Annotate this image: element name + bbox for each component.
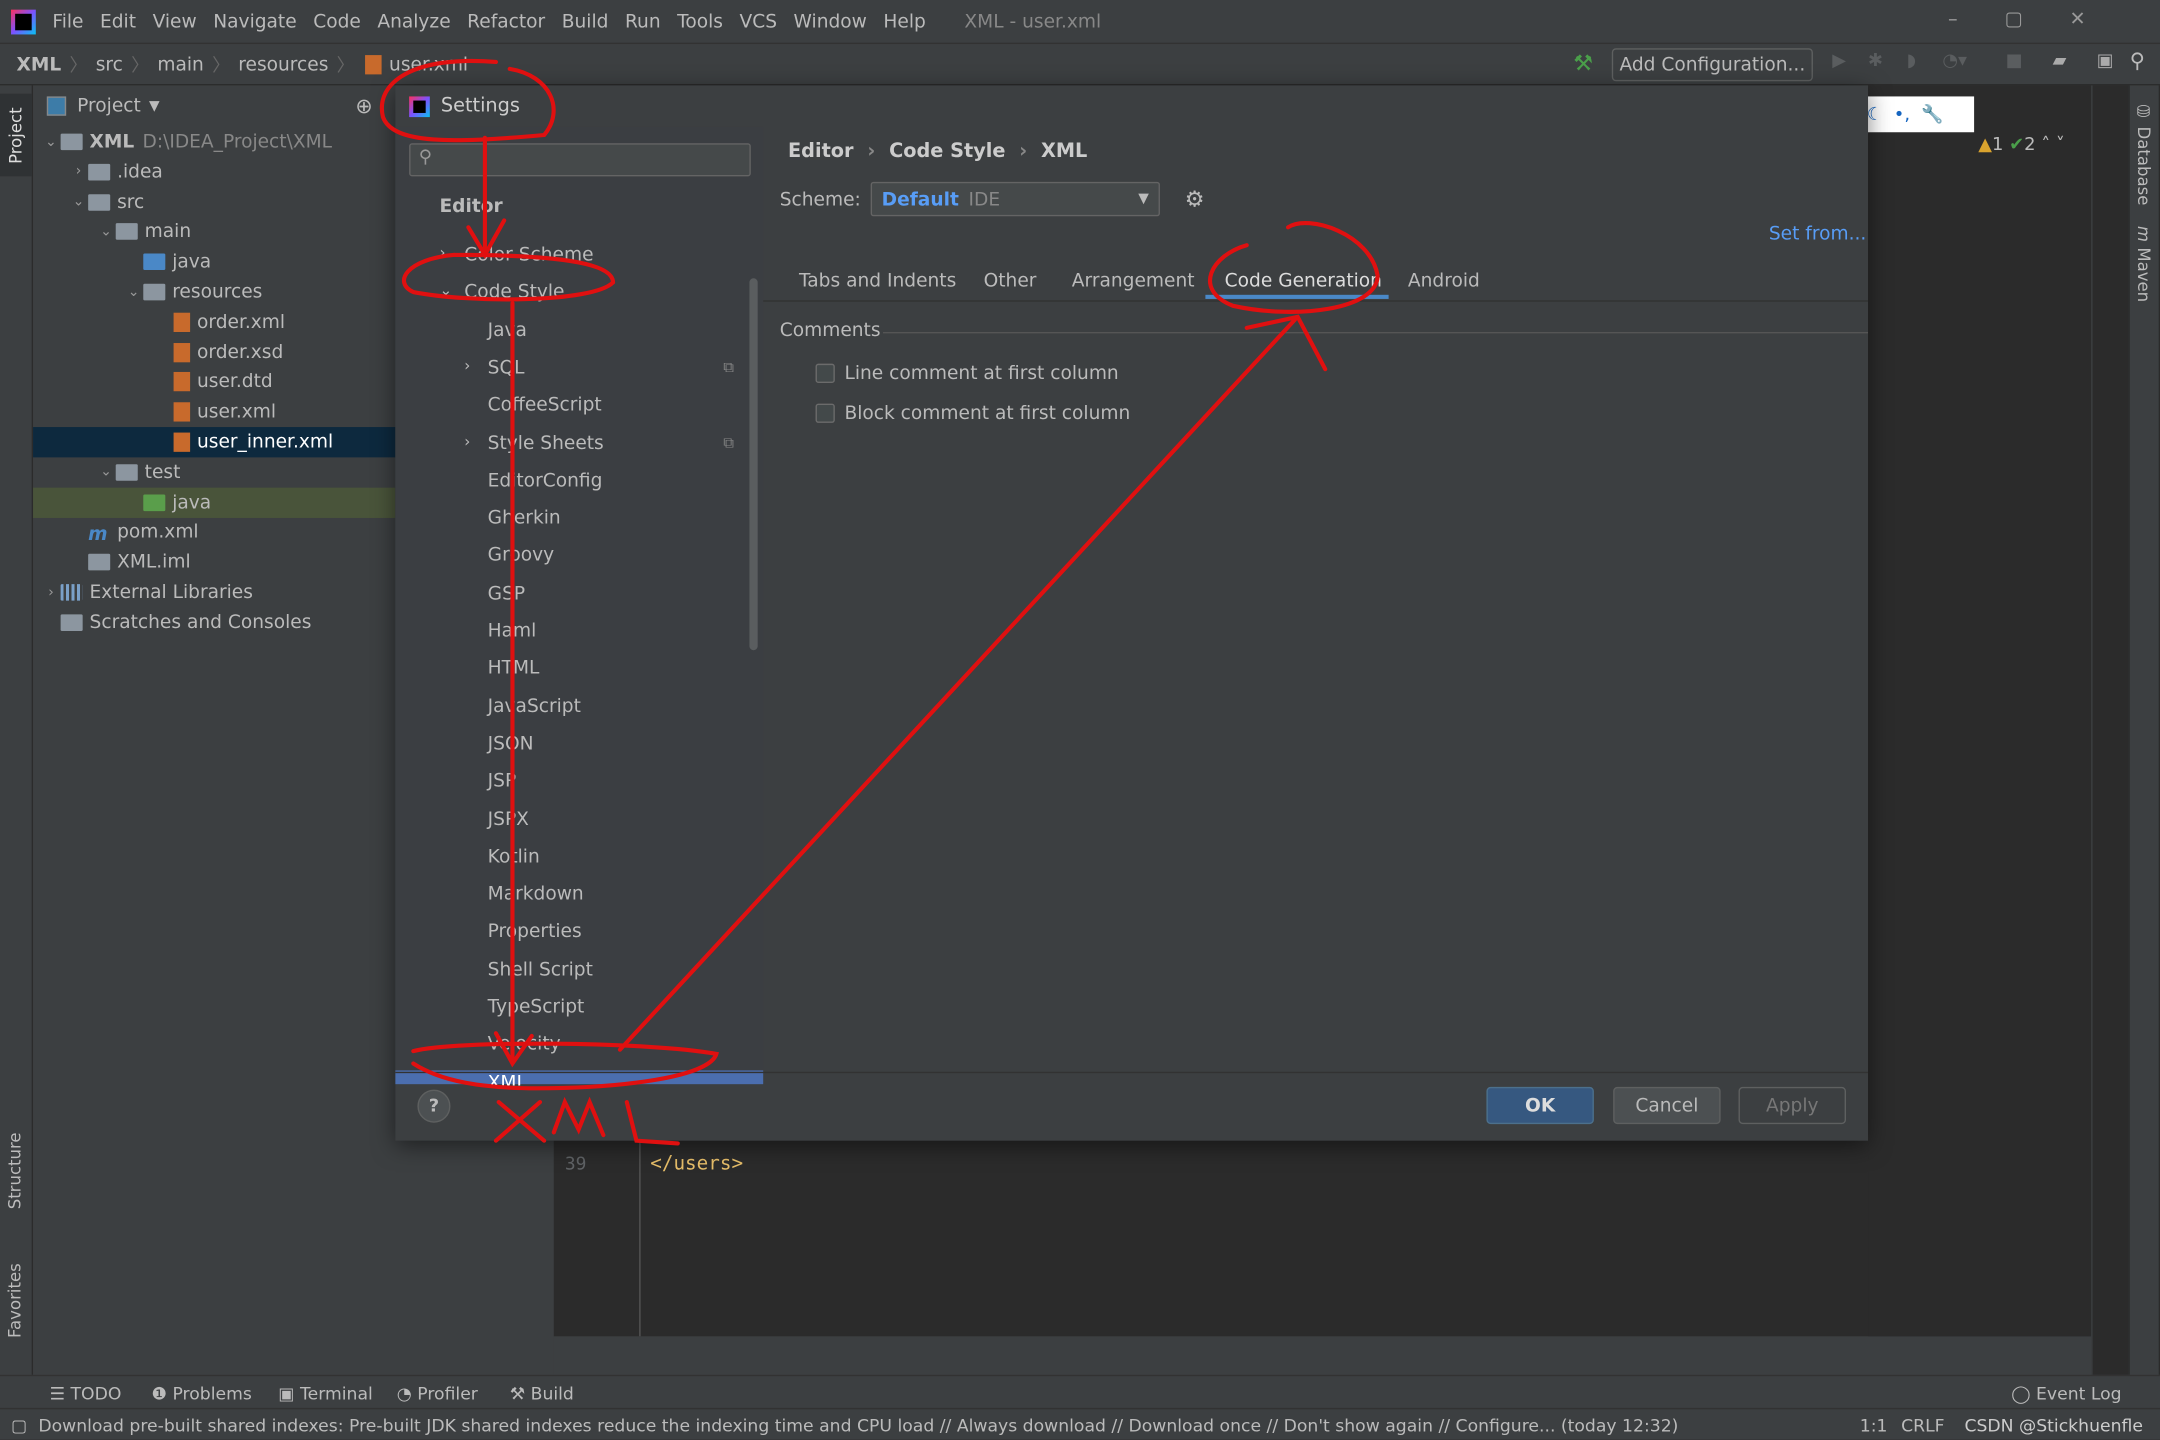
circle-code-style [401,252,616,302]
ide-window: File Edit View Navigate Code Analyze Refactor B… [0,0,2160,1440]
circle-xml [411,1041,719,1091]
circle-settings [379,58,556,143]
handwritten-xml [493,1096,680,1146]
arrow-to-code-style [466,135,507,259]
red-annotations [379,58,1380,1146]
circle-code-generation [1208,221,1380,314]
arrow-to-xml [493,301,534,1068]
arrow-to-code-generation [617,314,1328,1052]
